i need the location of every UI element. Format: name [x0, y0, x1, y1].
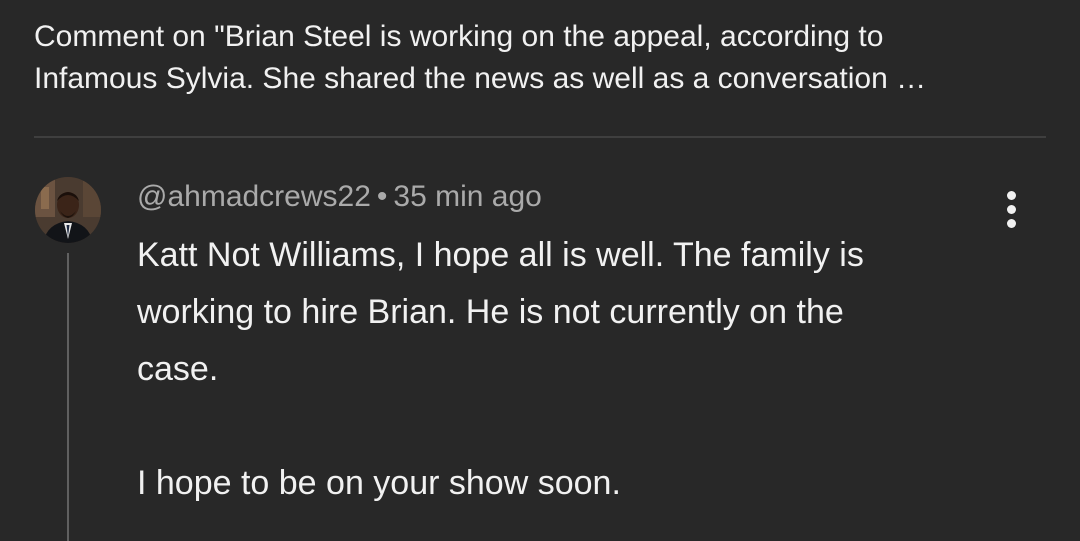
comment-timestamp[interactable]: 35 min ago	[393, 180, 541, 213]
avatar[interactable]	[35, 177, 101, 243]
comment-paragraph: I hope to be on your show soon.	[137, 455, 997, 512]
more-vert-icon[interactable]	[996, 186, 1030, 234]
kebab-dot	[1007, 191, 1016, 200]
comment-line: case.	[137, 350, 219, 388]
header-line-2: Infamous Sylvia. She shared the news as …	[34, 62, 927, 95]
comment-context-header: Comment on "Brian Steel is working on th…	[34, 16, 1044, 100]
kebab-dot	[1007, 205, 1016, 214]
comment-line: working to hire Brian. He is not current…	[137, 293, 844, 331]
divider	[34, 136, 1046, 138]
meta-separator: •	[376, 180, 388, 213]
kebab-dot	[1007, 219, 1016, 228]
avatar-image	[35, 177, 101, 243]
thread-line	[67, 253, 69, 541]
comment-author[interactable]: @ahmadcrews22	[137, 180, 371, 213]
comment-body: Katt Not Williams, I hope all is well. T…	[137, 227, 997, 512]
comment-paragraph: Katt Not Williams, I hope all is well. T…	[137, 227, 997, 398]
header-line-1: Comment on "Brian Steel is working on th…	[34, 20, 884, 53]
comment-line: I hope to be on your show soon.	[137, 464, 621, 502]
comment-screen: Comment on "Brian Steel is working on th…	[0, 0, 1080, 541]
comment-line: Katt Not Williams, I hope all is well. T…	[137, 236, 864, 274]
comment-meta: @ahmadcrews22 • 35 min ago	[137, 176, 542, 218]
